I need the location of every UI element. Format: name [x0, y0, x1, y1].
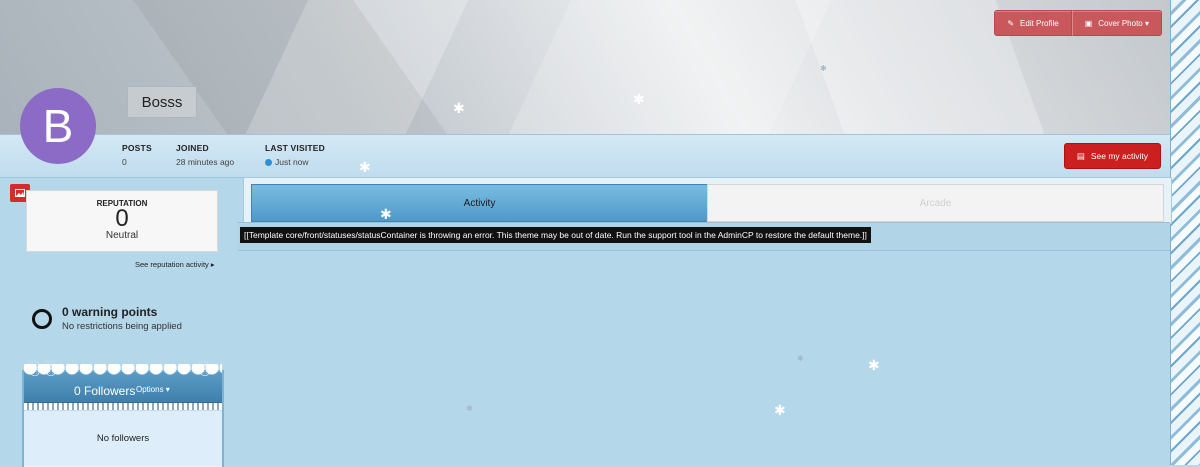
followers-empty: No followers — [24, 410, 222, 466]
followers-options-dropdown[interactable]: Options ▾ — [136, 385, 170, 394]
see-my-activity-label: See my activity — [1090, 151, 1148, 161]
see-reputation-activity-link[interactable]: See reputation activity ▸ — [135, 260, 215, 269]
online-status-icon — [265, 159, 272, 167]
reputation-status: Neutral — [105, 230, 139, 241]
fence-decoration — [24, 403, 222, 410]
stats-bar: POSTS 0 JOINED 28 minutes ago LAST VISIT… — [0, 134, 1170, 178]
reputation-card: REPUTATION 0 Neutral — [26, 190, 218, 252]
snowflake-icon: ✱ — [453, 100, 465, 116]
snowflake-icon: ✱ — [633, 91, 645, 107]
image-icon: ▣ — [1084, 18, 1093, 28]
posts-stat: POSTS 0 — [122, 143, 152, 167]
snowman-icon: ☃ — [26, 360, 43, 380]
cover-actions: ✎ Edit Profile ▣ Cover Photo ▾ — [994, 10, 1162, 36]
username: Bosss — [127, 86, 197, 118]
template-error-message: [[Template core/front/statuses/statusCon… — [240, 227, 871, 243]
cover-shard — [508, 0, 832, 134]
activity-icon: ▤ — [1076, 150, 1085, 161]
snowman-icon: ☃ — [42, 360, 59, 380]
last-visited-value-row: Just now — [265, 157, 325, 167]
see-my-activity-button[interactable]: ▤ See my activity — [1063, 143, 1161, 169]
snowflake-icon: ✱ — [466, 404, 473, 413]
tab-activity[interactable]: Activity — [251, 184, 708, 222]
avatar[interactable]: B — [20, 88, 96, 164]
snowflake-icon: ✱ — [868, 357, 880, 373]
joined-label: JOINED — [176, 143, 209, 153]
snowman-icon: ☃ — [196, 360, 213, 380]
snowflake-icon: ✱ — [774, 402, 786, 418]
last-visited-stat: LAST VISITED Just now — [265, 143, 325, 167]
followers-header: ☃ ☃ ☃ 0 Followers Options ▾ — [24, 360, 222, 403]
snowflake-icon: ✱ — [359, 159, 371, 175]
edit-profile-label: Edit Profile — [1020, 18, 1059, 28]
cover-photo-button[interactable]: ▣ Cover Photo ▾ — [1071, 10, 1162, 36]
last-visited-value: Just now — [275, 157, 309, 167]
tab-arcade[interactable]: Arcade — [707, 184, 1164, 222]
snowflake-icon: ✱ — [380, 206, 392, 222]
pencil-icon: ✎ — [1007, 18, 1015, 28]
image-icon — [15, 189, 25, 197]
snowflake-icon: ✱ — [820, 64, 827, 73]
posts-label: POSTS — [122, 143, 152, 153]
joined-stat: JOINED 28 minutes ago — [176, 143, 234, 167]
edit-profile-button[interactable]: ✎ Edit Profile — [994, 10, 1072, 36]
snowflake-icon: ✱ — [797, 354, 804, 363]
decorative-border — [1170, 0, 1200, 465]
cover-photo-label: Cover Photo ▾ — [1098, 18, 1149, 28]
warning-title: 0 warning points — [62, 305, 158, 319]
followers-widget: ☃ ☃ ☃ 0 Followers Options ▾ No followers — [22, 360, 224, 467]
posts-value: 0 — [122, 157, 127, 167]
avatar-letter: B — [42, 100, 74, 152]
warning-subtitle: No restrictions being applied — [62, 321, 182, 332]
last-visited-label: LAST VISITED — [265, 143, 326, 153]
joined-value: 28 minutes ago — [176, 157, 235, 167]
warning-ring-icon — [32, 309, 52, 329]
reputation-value: 0 — [115, 205, 129, 232]
followers-title: 0 Followers — [74, 384, 136, 398]
